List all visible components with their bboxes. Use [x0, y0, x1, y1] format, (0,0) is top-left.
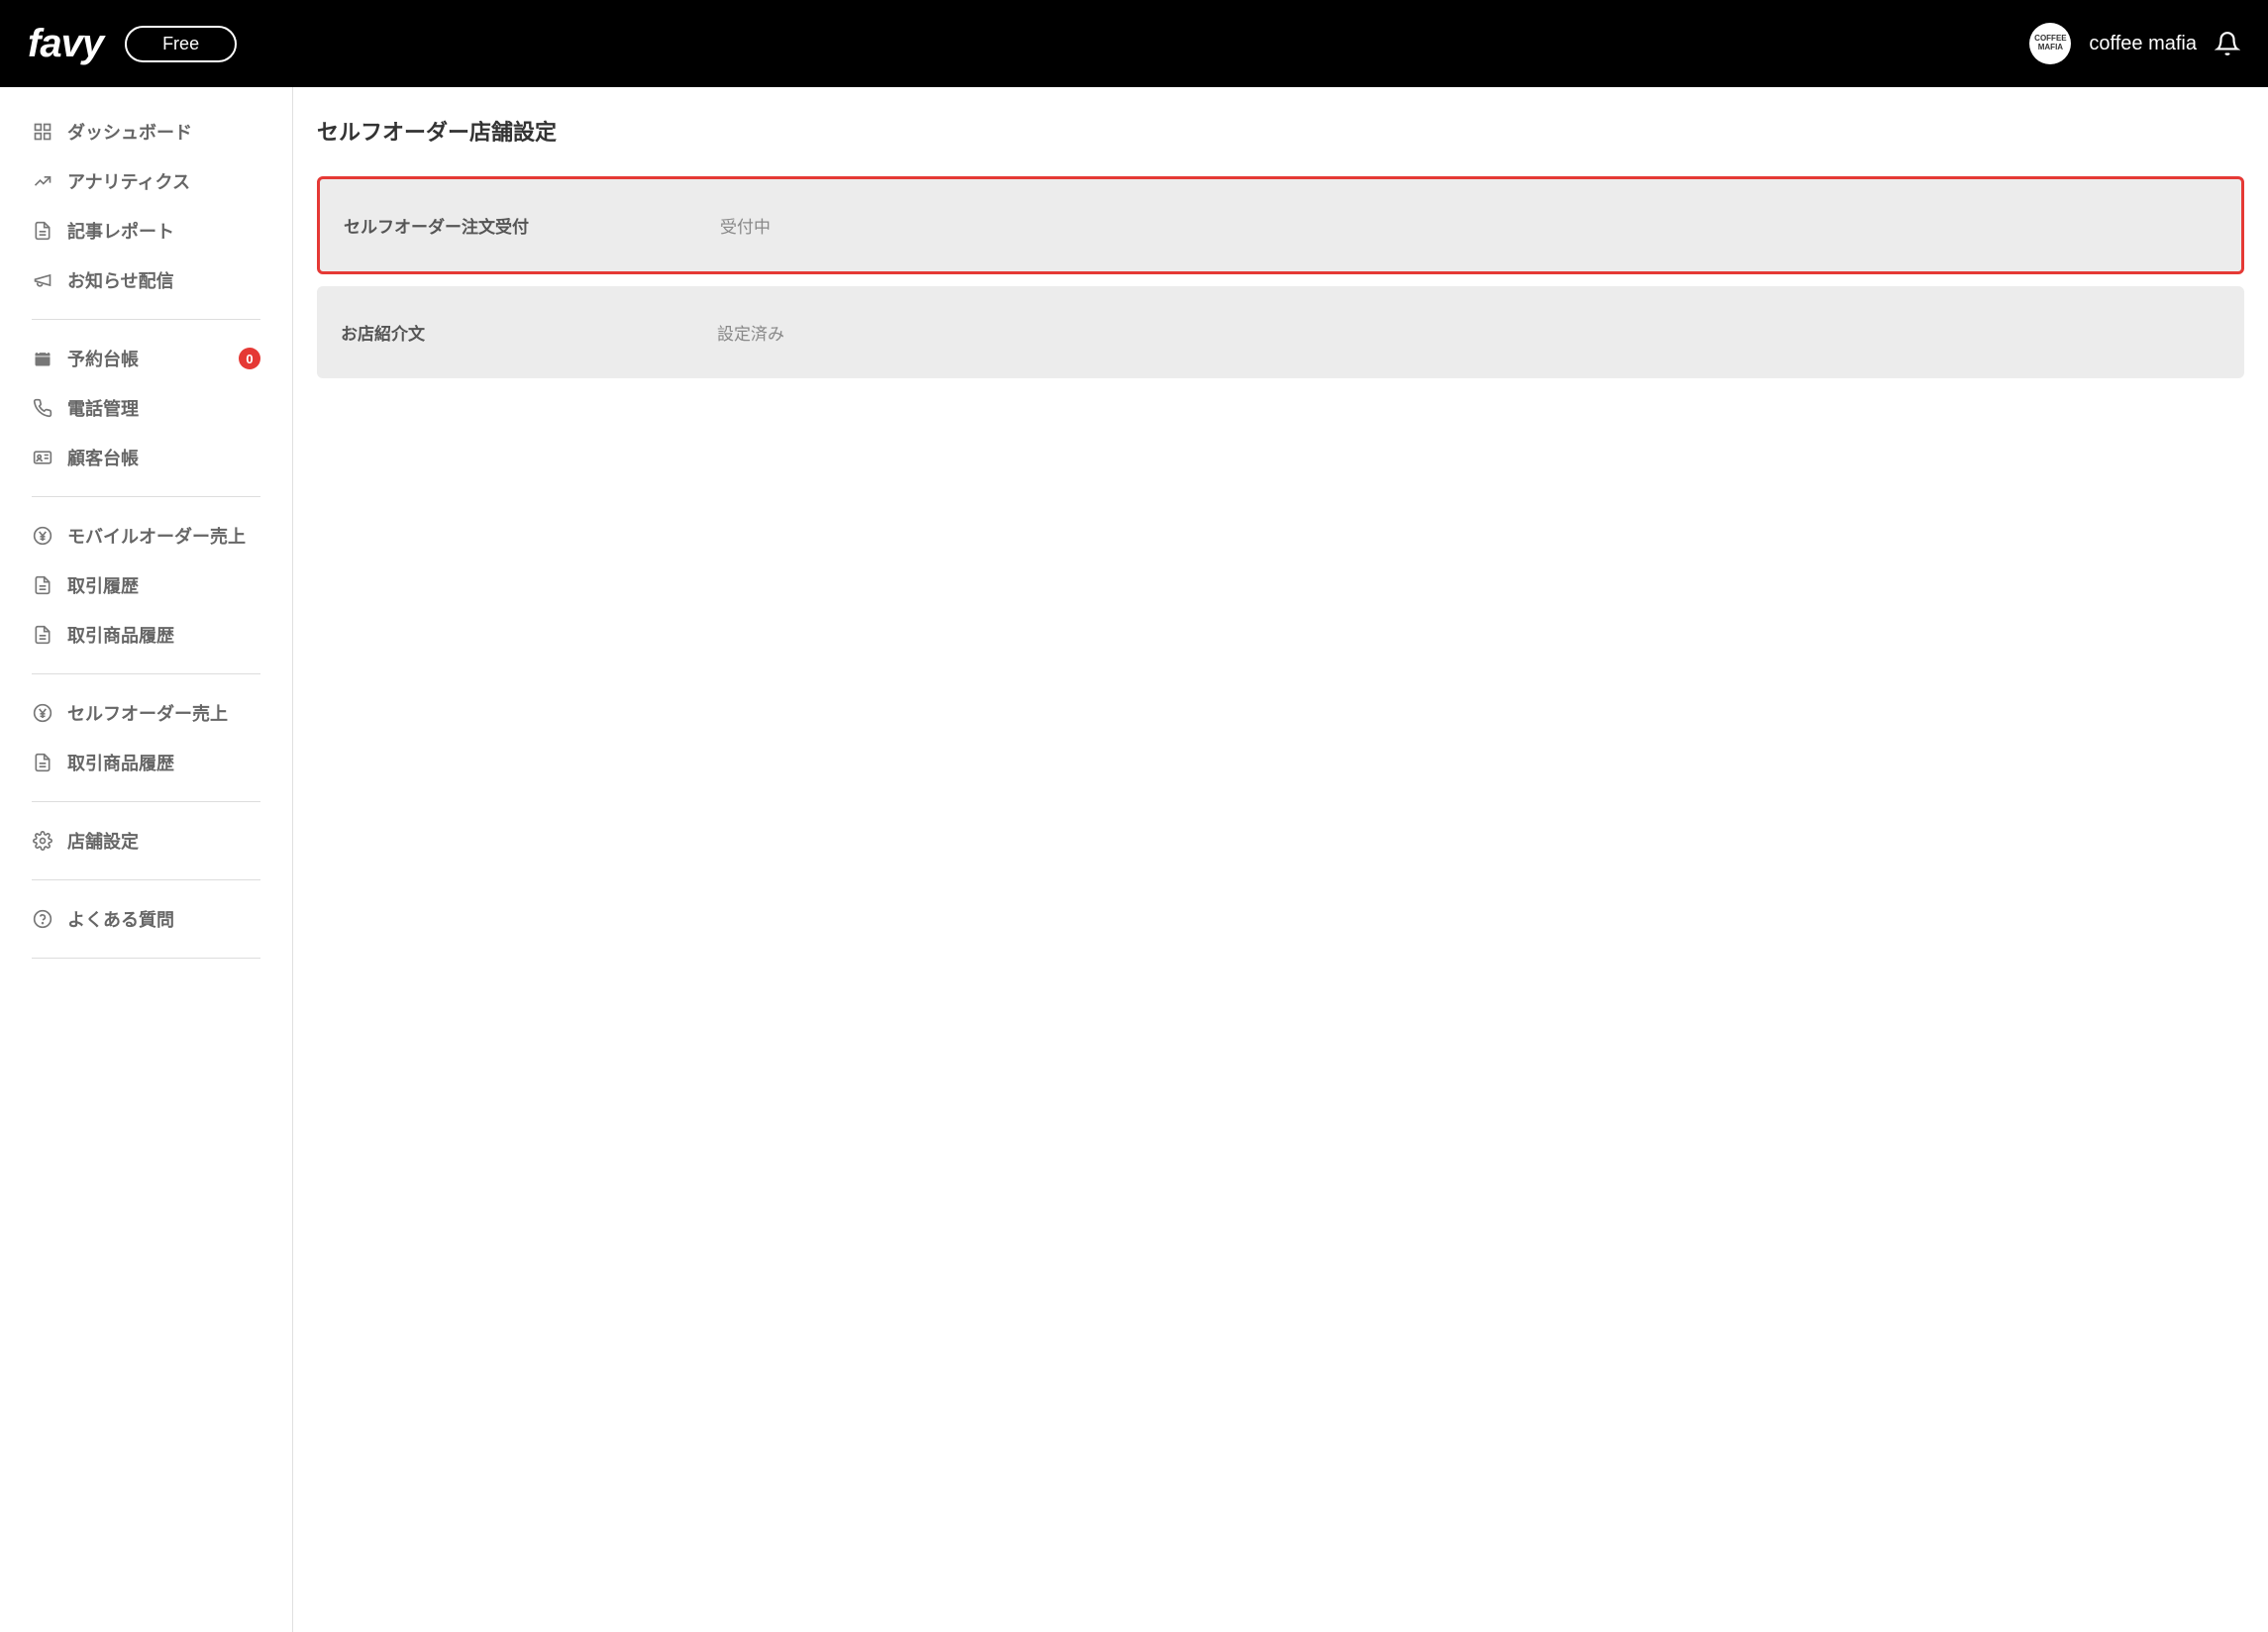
sidebar-item-label: 予約台帳: [67, 346, 139, 371]
app-header: favy Free COFFEE MAFIA coffee mafia: [0, 0, 2268, 87]
sidebar-item-label: セルフオーダー売上: [67, 700, 228, 726]
sidebar-item-doc-3-1[interactable]: 取引商品履歴: [32, 738, 260, 787]
page-title: セルフオーダー店舗設定: [317, 115, 2268, 147]
settings-card-0[interactable]: セルフオーダー注文受付受付中: [317, 176, 2244, 274]
user-avatar[interactable]: COFFEE MAFIA: [2029, 23, 2071, 64]
plan-badge[interactable]: Free: [125, 26, 237, 62]
nav-divider: [32, 879, 260, 880]
yen-icon: [32, 702, 53, 724]
doc-icon: [32, 624, 53, 646]
sidebar-item-label: 店舗設定: [67, 828, 139, 854]
calendar-icon: [32, 348, 53, 369]
phone-icon: [32, 397, 53, 419]
bell-icon[interactable]: [2215, 31, 2240, 56]
badge: 0: [239, 348, 260, 369]
sidebar-item-label: 取引商品履歴: [67, 622, 174, 648]
sidebar-item-doc-2-1[interactable]: 取引履歴: [32, 561, 260, 610]
nav-divider: [32, 801, 260, 802]
gear-icon: [32, 830, 53, 852]
doc-icon: [32, 752, 53, 773]
sidebar-item-label: 顧客台帳: [67, 445, 139, 470]
sidebar-item-id-card-1-2[interactable]: 顧客台帳: [32, 433, 260, 482]
sidebar-item-yen-2-0[interactable]: モバイルオーダー売上: [32, 511, 260, 561]
card-label: お店紹介文: [341, 320, 717, 345]
sidebar-item-yen-3-0[interactable]: セルフオーダー売上: [32, 688, 260, 738]
sidebar-item-calendar-1-0[interactable]: 予約台帳 0: [32, 334, 260, 383]
sidebar-item-label: アナリティクス: [67, 168, 190, 194]
dashboard-icon: [32, 121, 53, 143]
sidebar-item-label: 電話管理: [67, 395, 139, 421]
sidebar-item-doc-2-2[interactable]: 取引商品履歴: [32, 610, 260, 660]
analytics-icon: [32, 170, 53, 192]
card-status: 設定済み: [717, 320, 784, 345]
sidebar-item-label: ダッシュボード: [67, 119, 192, 145]
sidebar-item-help-5-0[interactable]: よくある質問: [32, 894, 260, 944]
sidebar: ダッシュボードアナリティクス記事レポートお知らせ配信予約台帳 0 電話管理顧客台帳モ…: [0, 87, 293, 1632]
help-icon: [32, 908, 53, 930]
yen-icon: [32, 525, 53, 547]
nav-divider: [32, 958, 260, 959]
doc-icon: [32, 574, 53, 596]
sidebar-item-label: モバイルオーダー売上: [67, 523, 246, 549]
report-icon: [32, 220, 53, 242]
sidebar-item-label: 取引商品履歴: [67, 750, 174, 775]
sidebar-item-gear-4-0[interactable]: 店舗設定: [32, 816, 260, 866]
card-status: 受付中: [720, 213, 771, 238]
sidebar-item-dashboard-0-0[interactable]: ダッシュボード: [32, 107, 260, 156]
header-right: COFFEE MAFIA coffee mafia: [2029, 23, 2240, 64]
header-left: favy Free: [28, 22, 237, 66]
sidebar-item-analytics-0-1[interactable]: アナリティクス: [32, 156, 260, 206]
sidebar-item-announce-0-3[interactable]: お知らせ配信: [32, 255, 260, 305]
card-label: セルフオーダー注文受付: [344, 213, 720, 238]
user-name[interactable]: coffee mafia: [2089, 33, 2197, 55]
nav-divider: [32, 496, 260, 497]
sidebar-item-label: お知らせ配信: [67, 267, 174, 293]
nav-divider: [32, 673, 260, 674]
settings-card-1[interactable]: お店紹介文設定済み: [317, 286, 2244, 378]
sidebar-item-label: よくある質問: [67, 906, 174, 932]
app-logo[interactable]: favy: [28, 22, 103, 66]
announce-icon: [32, 269, 53, 291]
id-card-icon: [32, 447, 53, 468]
sidebar-item-phone-1-1[interactable]: 電話管理: [32, 383, 260, 433]
nav-divider: [32, 319, 260, 320]
sidebar-item-report-0-2[interactable]: 記事レポート: [32, 206, 260, 255]
sidebar-item-label: 記事レポート: [67, 218, 174, 244]
main-content: セルフオーダー店舗設定 セルフオーダー注文受付受付中お店紹介文設定済み: [293, 87, 2268, 1632]
settings-cards: セルフオーダー注文受付受付中お店紹介文設定済み: [317, 176, 2268, 378]
sidebar-item-label: 取引履歴: [67, 572, 139, 598]
